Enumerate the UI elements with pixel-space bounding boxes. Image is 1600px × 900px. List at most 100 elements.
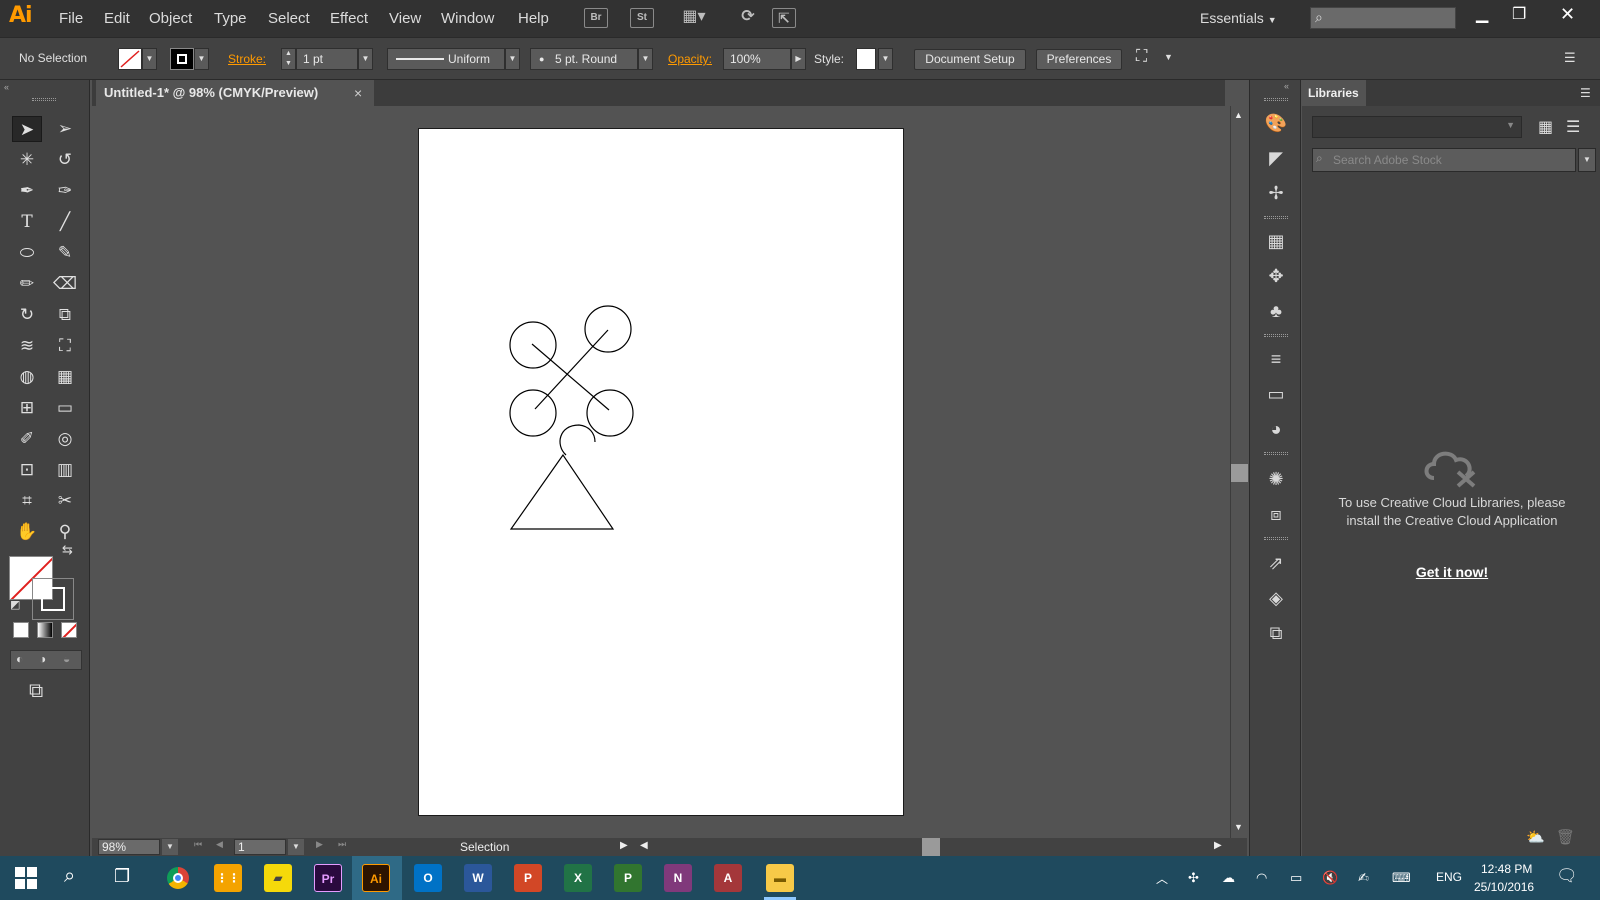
toolbar-grip[interactable] <box>32 98 56 101</box>
transform-dropdown-icon[interactable]: ▼ <box>1164 52 1173 62</box>
column-graph-tool-icon[interactable]: ▥ <box>50 457 80 483</box>
gradient-mode-icon[interactable] <box>37 622 53 638</box>
dock-grip-5[interactable] <box>1264 537 1288 540</box>
scroll-left-icon[interactable]: ◀ <box>640 840 648 851</box>
slice-tool-icon[interactable]: ✂ <box>50 488 80 514</box>
export-icon[interactable]: ⇗ <box>1263 550 1289 576</box>
volume-muted-icon[interactable]: 🔇 <box>1322 870 1338 886</box>
draw-behind-icon[interactable]: ◑ <box>39 652 46 666</box>
pen-tool-icon[interactable]: ✒ <box>12 178 42 204</box>
magic-wand-tool-icon[interactable]: ✳ <box>12 147 42 173</box>
stroke-weight-input[interactable]: 1 pt <box>296 48 358 70</box>
wifi-icon[interactable]: ◠ <box>1256 870 1267 886</box>
scale-tool-icon[interactable]: ⧉ <box>50 302 80 328</box>
status-menu-arrow-icon[interactable]: ▶ <box>620 840 628 851</box>
menu-edit[interactable]: Edit <box>104 10 130 27</box>
windows-start-icon[interactable] <box>14 866 38 890</box>
preferences-button[interactable]: Preferences <box>1036 49 1122 70</box>
action-center-icon[interactable]: 🗨 <box>1556 866 1578 886</box>
excel-app-icon[interactable]: X <box>564 864 592 892</box>
brushes-icon[interactable]: ✥ <box>1263 263 1289 289</box>
scroll-down-icon[interactable]: ▼ <box>1234 822 1243 832</box>
arrange-documents-icon[interactable]: ▦▾ <box>680 8 708 28</box>
clock-time[interactable]: 12:48 PM <box>1481 862 1532 876</box>
fill-swatch[interactable] <box>118 48 142 70</box>
type-tool-icon[interactable]: T <box>12 209 42 235</box>
grid-view-icon[interactable]: ▦ <box>1538 117 1553 137</box>
circle-top-right[interactable] <box>584 305 632 353</box>
swatches-icon[interactable]: ▦ <box>1263 228 1289 254</box>
perspective-grid-tool-icon[interactable]: ▦ <box>50 364 80 390</box>
menu-window[interactable]: Window <box>441 10 494 27</box>
graphic-styles-icon[interactable]: ⧈ <box>1263 501 1289 527</box>
menu-effect[interactable]: Effect <box>330 10 368 27</box>
mesh-tool-icon[interactable]: ⊞ <box>12 395 42 421</box>
sync-status-icon[interactable]: ⛅ <box>1526 828 1545 846</box>
gpu-performance-icon[interactable]: ⟳ <box>736 8 760 28</box>
document-setup-button[interactable]: Document Setup <box>914 49 1026 70</box>
pen-icon[interactable]: ✍ <box>1358 870 1369 886</box>
vertical-scrollbar[interactable]: ▲ ▼ <box>1230 106 1248 838</box>
libraries-menu-icon[interactable]: ☰ <box>1580 86 1591 100</box>
artboard-number-input[interactable]: 1 <box>234 839 286 855</box>
prev-artboard-icon[interactable]: ◀ <box>216 839 223 850</box>
language-indicator[interactable]: ENG <box>1436 870 1462 884</box>
appearance-icon[interactable]: ✺ <box>1263 466 1289 492</box>
close-tab-icon[interactable]: × <box>354 80 362 106</box>
vertical-scroll-thumb[interactable] <box>1231 464 1248 482</box>
brush-select[interactable]: ● 5 pt. Round <box>530 48 638 70</box>
shaper-tool-icon[interactable]: ✏ <box>12 271 42 297</box>
selection-tool-icon[interactable]: ➤ <box>12 116 42 142</box>
symbols-icon[interactable]: ♣ <box>1263 298 1289 324</box>
sticky-notes-icon[interactable]: ▰ <box>264 864 292 892</box>
artboard[interactable] <box>418 128 904 816</box>
zoom-level-input[interactable]: 98% <box>98 839 160 855</box>
search-taskbar-icon[interactable]: ⌕ <box>64 865 75 888</box>
cc-libraries-icon[interactable]: ✢ <box>1263 180 1289 206</box>
paintbrush-tool-icon[interactable]: ✎ <box>50 240 80 266</box>
dropbox-icon[interactable]: ✣ <box>1188 870 1199 886</box>
artboard-tool-icon[interactable]: ⌗ <box>12 488 42 514</box>
ellipse-tool-icon[interactable]: ⬭ <box>12 240 42 266</box>
circle-bottom-left[interactable] <box>509 389 557 437</box>
onenote-app-icon[interactable]: N <box>664 864 692 892</box>
opacity-input[interactable]: 100% <box>723 48 791 70</box>
default-fill-stroke-icon[interactable]: ◩ <box>10 598 20 611</box>
scroll-right-icon[interactable]: ▶ <box>1214 840 1222 851</box>
dock-grip-3[interactable] <box>1264 334 1288 337</box>
artboards-icon[interactable]: ⧉ <box>1263 620 1289 646</box>
list-view-icon[interactable]: ☰ <box>1566 117 1580 137</box>
trash-icon[interactable]: 🗑 <box>1556 828 1575 846</box>
restore-icon[interactable]: ❐ <box>1512 4 1526 24</box>
cross-line-2[interactable] <box>534 329 609 410</box>
dock-grip[interactable] <box>1264 98 1288 101</box>
tray-expand-icon[interactable]: ︿ <box>1156 870 1168 887</box>
fill-dropdown[interactable]: ▼ <box>142 48 157 70</box>
dock-grip-2[interactable] <box>1264 216 1288 219</box>
document-tab[interactable]: Untitled-1* @ 98% (CMYK/Preview) <box>96 80 374 106</box>
keyboard-icon[interactable]: ⌨ <box>1392 870 1411 886</box>
word-app-icon[interactable]: W <box>464 864 492 892</box>
onedrive-icon[interactable]: ☁ <box>1222 870 1235 886</box>
lasso-tool-icon[interactable]: ↺ <box>50 147 80 173</box>
opacity-arrow[interactable]: ▶ <box>791 48 806 70</box>
bridge-button[interactable]: Br <box>584 8 608 28</box>
stock-search-input[interactable]: Search Adobe Stock <box>1312 148 1576 172</box>
stroke-profile-select[interactable]: Uniform <box>387 48 505 70</box>
none-mode-icon[interactable] <box>61 622 77 638</box>
get-it-now-link[interactable]: Get it now! <box>1382 564 1522 580</box>
horizontal-scroll-thumb[interactable] <box>922 838 940 856</box>
style-swatch[interactable] <box>856 48 876 70</box>
rotate-tool-icon[interactable]: ↻ <box>12 302 42 328</box>
free-transform-tool-icon[interactable]: ⛶ <box>50 333 80 359</box>
stroke-weight-stepper[interactable]: ▲ ▼ <box>281 48 296 70</box>
curvature-tool-icon[interactable]: ✑ <box>50 178 80 204</box>
stroke-profile-dropdown[interactable]: ▼ <box>505 48 520 70</box>
search-dropdown-icon[interactable]: ▼ <box>1578 148 1596 172</box>
style-dropdown[interactable]: ▼ <box>878 48 893 70</box>
close-icon[interactable]: ✕ <box>1560 4 1575 25</box>
scroll-up-icon[interactable]: ▲ <box>1234 110 1243 120</box>
hook-curve[interactable] <box>559 424 596 456</box>
stroke-weight-dropdown[interactable]: ▼ <box>358 48 373 70</box>
draw-inside-icon[interactable]: ◒ <box>63 652 70 666</box>
